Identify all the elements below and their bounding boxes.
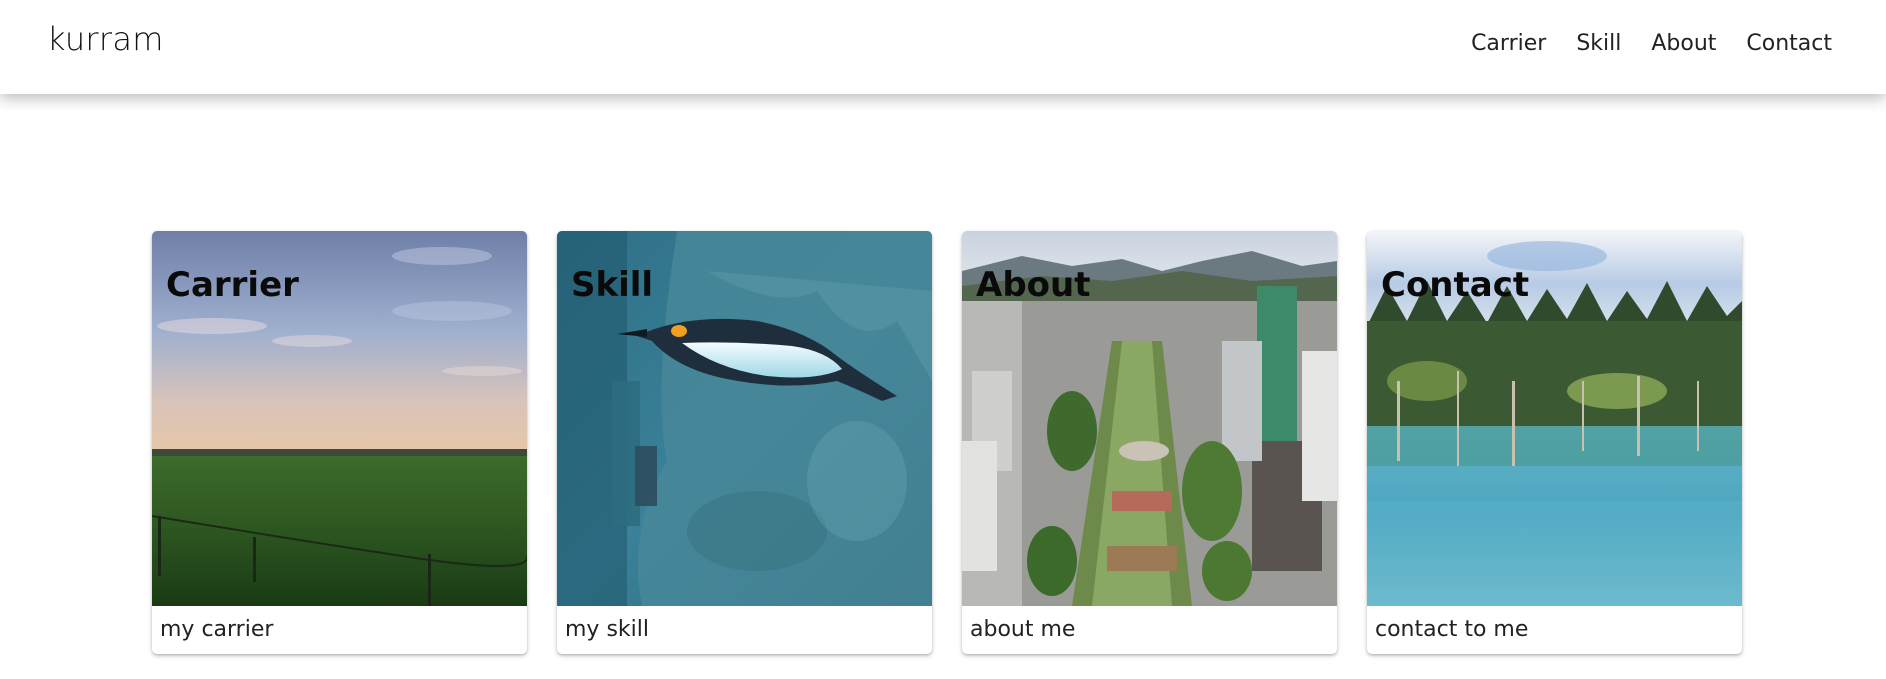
card-skill-caption: my skill — [565, 617, 649, 642]
card-carrier-title: Carrier — [166, 265, 299, 305]
card-contact-caption: contact to me — [1375, 617, 1529, 642]
card-contact-title: Contact — [1381, 265, 1530, 305]
card-contact-image: Contact — [1367, 231, 1742, 606]
nav-link-carrier[interactable]: Carrier — [1471, 31, 1546, 56]
card-carrier-caption: my carrier — [160, 617, 274, 642]
card-contact[interactable]: Contact contact to me — [1367, 231, 1742, 654]
nav-link-about[interactable]: About — [1651, 31, 1716, 56]
navbar: kurram Carrier Skill About Contact — [0, 0, 1886, 94]
nav-link-contact[interactable]: Contact — [1746, 31, 1832, 56]
card-skill-title: Skill — [571, 265, 654, 305]
card-about-image: About — [962, 231, 1337, 606]
card-skill[interactable]: Skill my skill — [557, 231, 932, 654]
card-skill-image: Skill — [557, 231, 932, 606]
nav-link-skill[interactable]: Skill — [1576, 31, 1621, 56]
nav-menu: Carrier Skill About Contact — [1471, 31, 1832, 56]
card-carrier-image: Carrier — [152, 231, 527, 606]
card-about-title: About — [976, 265, 1091, 305]
brand-logo[interactable]: kurram — [47, 20, 164, 58]
card-about-caption: about me — [970, 617, 1076, 642]
card-about[interactable]: About about me — [962, 231, 1337, 654]
card-carrier[interactable]: Carrier my carrier — [152, 231, 527, 654]
card-grid: Carrier my carrier Skill my skill About … — [152, 231, 1742, 654]
